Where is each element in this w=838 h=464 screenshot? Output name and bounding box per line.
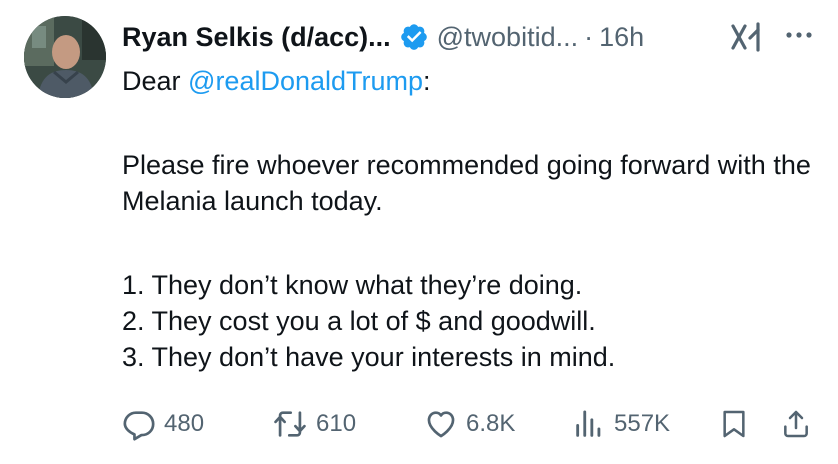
tweet-header: Ryan Selkis (d/acc)... @twobitid... · 16…	[122, 16, 644, 58]
repost-count: 610	[316, 410, 357, 437]
bookmark-icon	[723, 410, 745, 438]
list-item: 2. They cost you a lot of $ and goodwill…	[122, 306, 596, 336]
views-button[interactable]: 557K	[572, 404, 670, 444]
views-icon	[576, 410, 601, 437]
heart-icon	[427, 411, 455, 438]
reply-button[interactable]: 480	[122, 404, 204, 444]
paragraph-main: Please fire whoever recommended going fo…	[122, 150, 811, 216]
reply-count: 480	[164, 410, 205, 437]
greeting-suffix: :	[423, 66, 431, 96]
repost-button[interactable]: 610	[272, 404, 356, 444]
separator-dot: ·	[584, 22, 594, 52]
share-button[interactable]	[780, 404, 812, 444]
author-name[interactable]: Ryan Selkis (d/acc)...	[122, 16, 391, 58]
bookmark-button[interactable]	[718, 404, 750, 444]
avatar[interactable]	[24, 16, 106, 98]
like-button[interactable]: 6.8K	[424, 404, 515, 444]
grok-icon[interactable]	[730, 22, 764, 52]
tweet-text: Dear @realDonaldTrump: Please fire whoev…	[122, 63, 822, 375]
verified-badge-icon	[399, 22, 429, 52]
action-bar: 480 610 6.8K 557K	[120, 404, 820, 444]
repost-icon	[274, 411, 306, 437]
greeting-prefix: Dear	[122, 66, 189, 96]
tweet[interactable]: Ryan Selkis (d/acc)... @twobitid... · 16…	[0, 0, 838, 464]
greeting-line: Dear @realDonaldTrump:	[122, 63, 822, 99]
more-icon[interactable]	[784, 28, 814, 42]
share-icon	[784, 410, 808, 438]
timestamp[interactable]: 16h	[599, 16, 644, 58]
list-item: 1. They don’t know what they’re doing.	[122, 270, 583, 300]
mention-link[interactable]: @realDonaldTrump	[188, 66, 423, 96]
view-count: 557K	[614, 410, 671, 437]
author-handle[interactable]: @twobitid...	[437, 16, 578, 58]
like-count: 6.8K	[466, 410, 516, 437]
list-item: 3. They don’t have your interests in min…	[122, 342, 616, 372]
reply-icon	[123, 411, 155, 441]
